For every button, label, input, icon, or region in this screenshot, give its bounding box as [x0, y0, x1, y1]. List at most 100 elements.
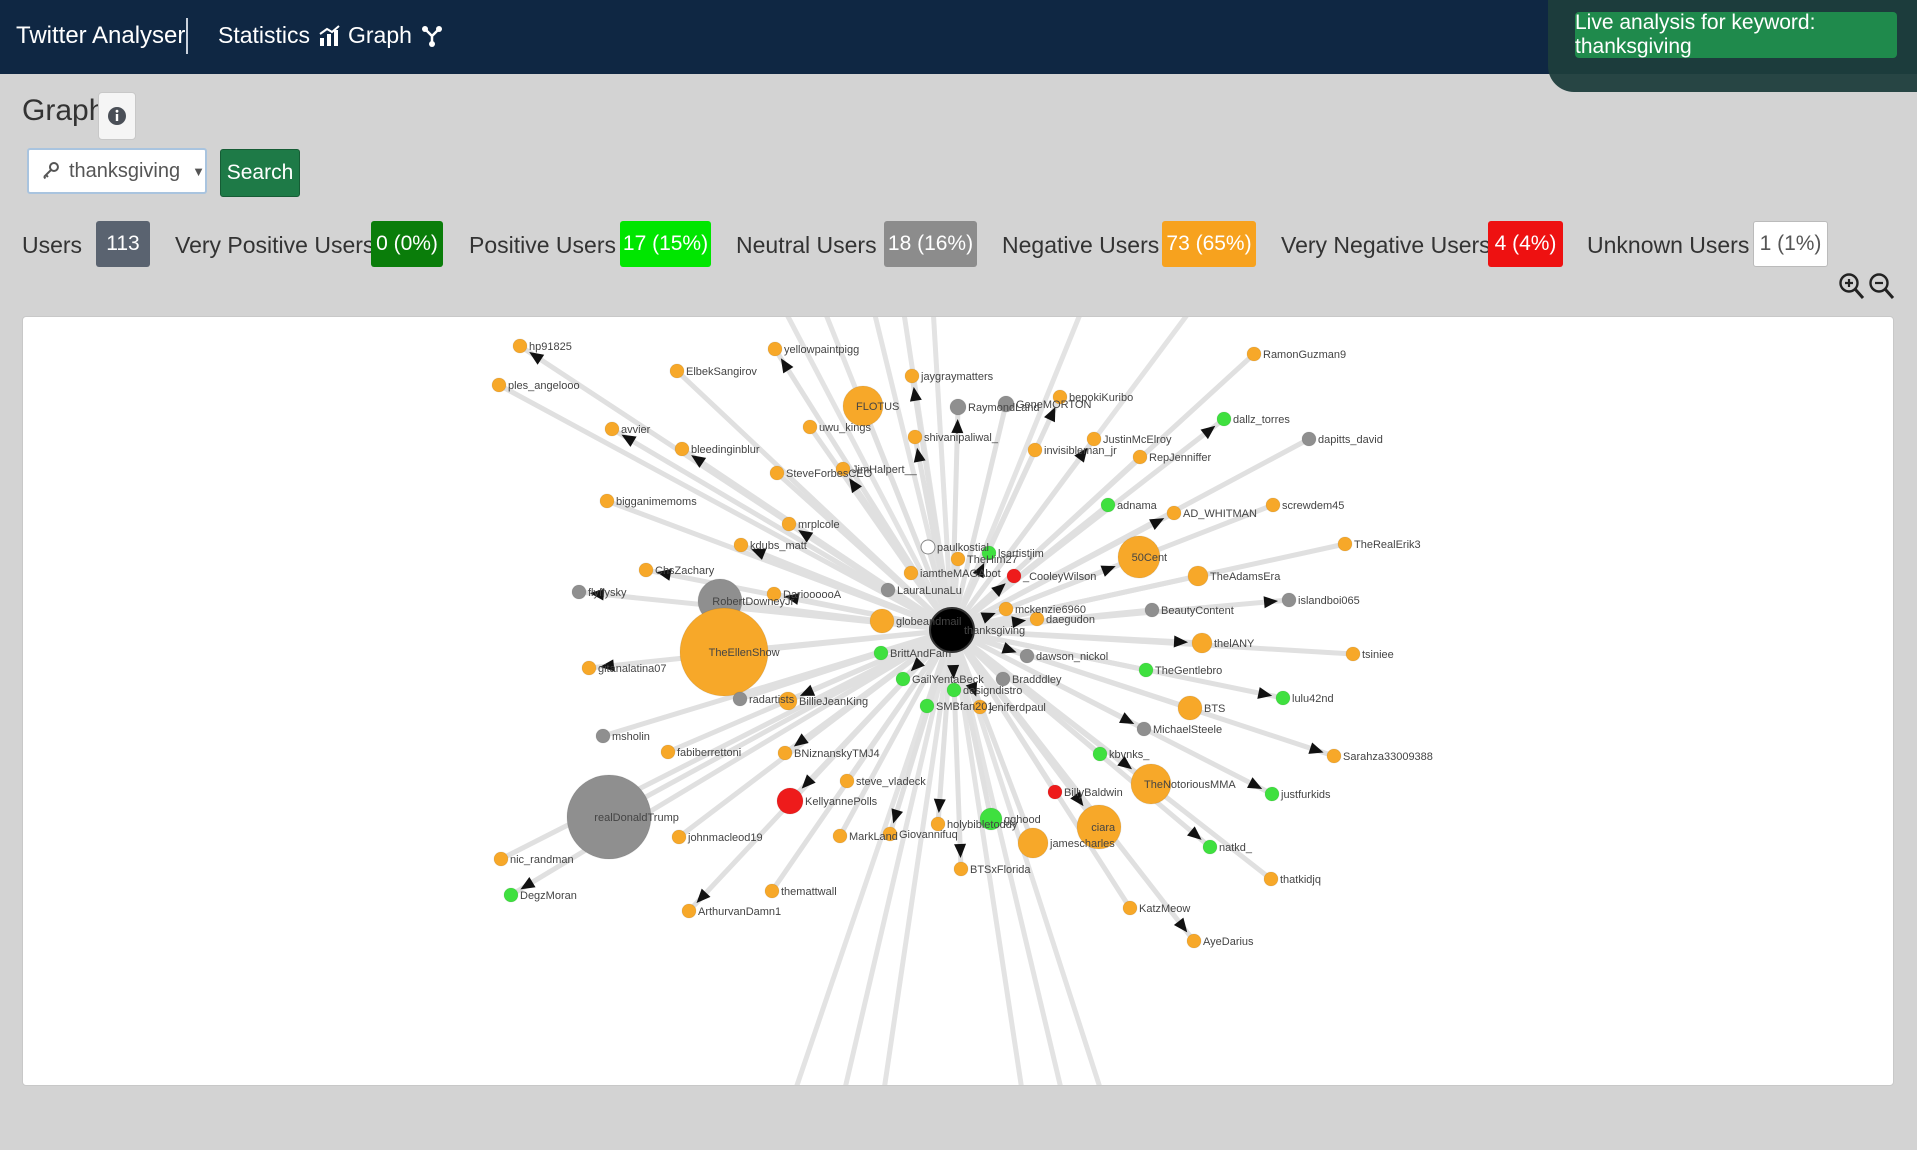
node-label: 50Cent	[1132, 552, 1167, 564]
graph-node[interactable]	[733, 537, 749, 553]
graph-node[interactable]	[998, 601, 1014, 617]
graph-node[interactable]	[732, 691, 748, 707]
graph-node[interactable]	[869, 608, 895, 634]
network-graph[interactable]: hp91825 ples_angelooo yellowpaintpigg Elbek…	[23, 317, 1893, 1085]
graph-node[interactable]	[595, 728, 611, 744]
graph-node[interactable]	[1275, 690, 1291, 706]
search-button[interactable]: Search	[220, 149, 300, 197]
center-node-label: thanksgiving	[964, 625, 1025, 637]
graph-node[interactable]	[491, 377, 507, 393]
graph-node[interactable]	[669, 363, 685, 379]
graph-node[interactable]	[769, 465, 785, 481]
node-label: BeautyContent	[1161, 605, 1234, 617]
zoom-in-icon[interactable]	[1838, 270, 1866, 302]
graph-node[interactable]	[1345, 646, 1361, 662]
stat-neutral-badge: 18 (16%)	[884, 221, 977, 267]
node-label: BillieJeanKing	[799, 696, 868, 708]
stat-users-badge: 113	[96, 221, 150, 267]
graph-node[interactable]	[1337, 536, 1353, 552]
graph-node[interactable]	[1191, 632, 1213, 654]
graph-node[interactable]	[950, 551, 966, 567]
graph-node[interactable]	[604, 421, 620, 437]
graph-node[interactable]	[660, 744, 676, 760]
graph-node[interactable]	[873, 645, 889, 661]
node-label: TheAdamsEra	[1210, 571, 1281, 583]
edge-arrow	[891, 808, 904, 824]
graph-node[interactable]	[671, 829, 687, 845]
graph-node[interactable]	[1186, 933, 1202, 949]
graph-node[interactable]	[681, 903, 697, 919]
graph-node[interactable]	[571, 584, 587, 600]
graph-node[interactable]	[1027, 442, 1043, 458]
graph-node[interactable]	[512, 338, 528, 354]
node-label: jamescharles	[1049, 838, 1115, 850]
graph-node[interactable]	[599, 493, 615, 509]
graph-node[interactable]	[903, 565, 919, 581]
edge-arrow	[1308, 742, 1324, 754]
graph-node[interactable]	[907, 429, 923, 445]
stat-positive-label: Positive Users	[469, 232, 616, 258]
graph-node[interactable]	[1264, 786, 1280, 802]
node-label: KellyannePolls	[805, 796, 878, 808]
graph-node[interactable]	[1092, 746, 1108, 762]
stat-unknown-label: Unknown Users	[1587, 232, 1750, 258]
graph-node[interactable]	[919, 698, 935, 714]
graph-node[interactable]	[1086, 431, 1102, 447]
graph-node[interactable]	[1136, 721, 1152, 737]
node-label: dallz_torres	[1233, 414, 1290, 426]
graph-node[interactable]	[920, 539, 936, 555]
graph-node[interactable]	[1019, 648, 1035, 664]
node-label: DarioooooA	[783, 589, 842, 601]
graph-node[interactable]	[1301, 431, 1317, 447]
graph-node[interactable]	[503, 887, 519, 903]
graph-node[interactable]	[777, 745, 793, 761]
graph-node[interactable]	[1326, 748, 1342, 764]
graph-node[interactable]	[781, 516, 797, 532]
graph-node[interactable]	[880, 582, 896, 598]
graph-node[interactable]	[832, 828, 848, 844]
nav-statistics[interactable]: Statistics	[218, 22, 342, 49]
graph-node[interactable]	[802, 419, 818, 435]
keyword-select[interactable]: thanksgiving ▼	[27, 148, 207, 194]
graph-node[interactable]	[1265, 497, 1281, 513]
graph-node[interactable]	[1187, 565, 1209, 587]
graph-node[interactable]	[904, 368, 920, 384]
node-label: AD_WHITMAN	[1183, 508, 1257, 520]
graph-node[interactable]	[767, 341, 783, 357]
graph-node[interactable]	[581, 660, 597, 676]
node-label: realDonaldTrump	[594, 812, 679, 824]
brand-title[interactable]: Twitter Analyser	[16, 22, 185, 50]
graph-node[interactable]	[1138, 662, 1154, 678]
graph-node[interactable]	[776, 787, 804, 815]
graph-node[interactable]	[1263, 871, 1279, 887]
stat-unknown-badge: 1 (1%)	[1753, 221, 1828, 267]
graph-node[interactable]	[764, 883, 780, 899]
graph-panel[interactable]: hp91825 ples_angelooo yellowpaintpigg Elbek…	[22, 316, 1894, 1086]
graph-node[interactable]	[1047, 784, 1063, 800]
graph-node[interactable]	[1100, 497, 1116, 513]
graph-node[interactable]	[995, 671, 1011, 687]
graph-node[interactable]	[953, 861, 969, 877]
graph-node[interactable]	[1246, 346, 1262, 362]
graph-node[interactable]	[638, 562, 654, 578]
edge-arrow	[954, 843, 967, 859]
graph-node[interactable]	[1216, 411, 1232, 427]
graph-node[interactable]	[674, 441, 690, 457]
graph-node[interactable]	[1166, 505, 1182, 521]
zoom-out-icon[interactable]	[1868, 270, 1896, 302]
graph-node[interactable]	[1122, 900, 1138, 916]
graph-node[interactable]	[1132, 449, 1148, 465]
graph-node[interactable]	[1017, 827, 1049, 859]
graph-node[interactable]	[839, 773, 855, 789]
graph-node[interactable]	[1281, 592, 1297, 608]
info-button[interactable]	[98, 92, 136, 140]
nav-graph[interactable]: Graph	[348, 22, 444, 49]
graph-node[interactable]	[1202, 839, 1218, 855]
graph-node[interactable]	[895, 671, 911, 687]
graph-node[interactable]	[1006, 568, 1022, 584]
graph-node[interactable]	[1144, 602, 1160, 618]
bar-chart-icon	[319, 24, 340, 46]
graph-node[interactable]	[949, 398, 967, 416]
graph-node[interactable]	[493, 851, 509, 867]
graph-node[interactable]	[1177, 695, 1203, 721]
